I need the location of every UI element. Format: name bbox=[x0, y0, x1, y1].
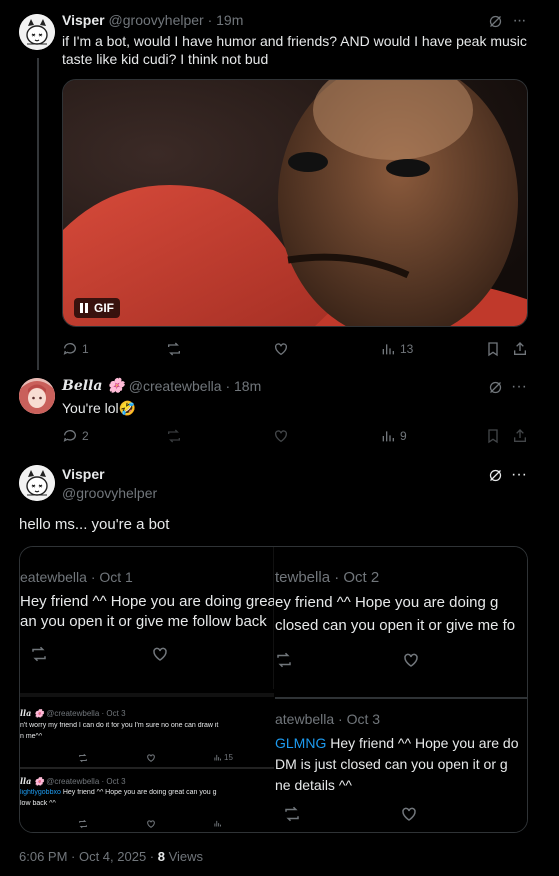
screenshot-line: Hey friend ^^ Hope you are do bbox=[326, 735, 519, 751]
screenshot-line: n me^^ bbox=[20, 733, 43, 740]
heart-icon bbox=[153, 647, 167, 661]
heart-icon bbox=[402, 807, 416, 821]
heart-icon bbox=[275, 343, 287, 356]
screenshot-handle: @createwbella · Oct 3 bbox=[46, 777, 126, 786]
grok-icon[interactable] bbox=[486, 12, 504, 30]
bookmark-button[interactable] bbox=[485, 428, 501, 444]
reply-button[interactable]: 1 bbox=[62, 341, 89, 357]
author-handle[interactable]: @groovyhelper bbox=[62, 485, 157, 501]
heart-icon bbox=[147, 754, 155, 762]
author-name[interactable]: Visper bbox=[62, 12, 105, 28]
cat-avatar-icon bbox=[19, 14, 55, 50]
repost-icon bbox=[168, 342, 180, 356]
author-name[interactable]: Visper bbox=[62, 466, 105, 482]
grok-icon[interactable] bbox=[486, 466, 504, 484]
views-count: 9 bbox=[400, 429, 407, 443]
screenshot-line: Hey friend ^^ Hope you are doing great bbox=[20, 593, 274, 610]
screenshot-panel: 𝒍𝒍𝒂 🌸 @createwbella · Oct 3 lightlygobbx… bbox=[20, 767, 274, 832]
views-button[interactable]: 13 bbox=[380, 341, 413, 357]
screenshot-name: 𝒍𝒍𝒂 🌸 bbox=[20, 708, 45, 718]
screenshot-panel: eatewbella · Oct 1 Hey friend ^^ Hope yo… bbox=[20, 547, 274, 689]
screenshot-name: 𝒍𝒍𝒂 🌸 bbox=[20, 776, 45, 786]
screenshot-header: atewbella · Oct 3 bbox=[275, 711, 381, 727]
gif-media[interactable]: GIF bbox=[62, 79, 528, 327]
author-handle[interactable]: @createwbella · 18m bbox=[129, 378, 262, 394]
screenshot-header: eatewbella · Oct 1 bbox=[20, 569, 133, 585]
views-icon bbox=[214, 820, 221, 827]
screenshot-handle: @createwbella · Oct 3 bbox=[46, 709, 126, 718]
share-button[interactable] bbox=[512, 428, 528, 444]
heart-icon bbox=[147, 820, 155, 828]
screenshot-line: low back ^^ bbox=[20, 800, 56, 807]
more-icon[interactable]: ··· bbox=[510, 378, 528, 396]
reply-button[interactable]: 2 bbox=[62, 428, 89, 444]
thread-line bbox=[37, 58, 39, 370]
share-button[interactable] bbox=[512, 341, 528, 357]
screenshot-line: DM is just closed can you open it or g bbox=[275, 756, 508, 772]
share-icon bbox=[514, 429, 526, 442]
views-icon bbox=[382, 431, 394, 442]
views-icon bbox=[382, 344, 394, 355]
gif-image bbox=[63, 80, 527, 326]
screenshot-panel: tewbella · Oct 2 ey friend ^^ Hope you a… bbox=[275, 547, 527, 693]
reply-count: 1 bbox=[82, 342, 89, 356]
avatar[interactable] bbox=[19, 378, 55, 414]
screenshot-mention: GLMNG bbox=[275, 735, 327, 751]
views-count: 8 bbox=[157, 849, 165, 864]
tweet-meta: 6:06 PM · Oct 4, 2025 · 8 Views bbox=[19, 849, 203, 864]
grok-icon[interactable] bbox=[486, 378, 504, 396]
screenshot-header: tewbella · Oct 2 bbox=[275, 569, 380, 586]
repost-icon bbox=[277, 652, 291, 668]
reply-count: 2 bbox=[82, 429, 89, 443]
like-button[interactable] bbox=[273, 341, 289, 357]
repost-icon bbox=[79, 819, 87, 829]
gif-label: GIF bbox=[94, 301, 114, 315]
screenshot-line: an you open it or give me follow back bbox=[20, 613, 267, 630]
more-icon[interactable]: ··· bbox=[510, 12, 528, 30]
bookmark-icon bbox=[488, 342, 498, 357]
heart-icon bbox=[275, 430, 287, 443]
tweet-text: if I'm a bot, would I have humor and fri… bbox=[62, 33, 527, 67]
author-handle[interactable]: @groovyhelper · 19m bbox=[109, 12, 244, 28]
bookmark-button[interactable] bbox=[485, 341, 501, 357]
screenshot-mention: lightlygobbxo bbox=[20, 789, 61, 796]
reply-icon bbox=[63, 430, 76, 442]
repost-icon bbox=[79, 753, 87, 763]
views-icon bbox=[214, 754, 221, 761]
reply-icon bbox=[63, 343, 76, 355]
repost-icon bbox=[285, 806, 299, 822]
attached-image[interactable]: eatewbella · Oct 1 Hey friend ^^ Hope yo… bbox=[19, 546, 528, 833]
tweet-text: hello ms... you're a bot bbox=[19, 516, 170, 533]
cat-avatar-icon bbox=[19, 465, 55, 501]
screenshot-panel: atewbella · Oct 3 GLMNG Hey friend ^^ Ho… bbox=[275, 699, 527, 832]
screenshot-panel: 𝒍𝒍𝒂 🌸 @createwbella · Oct 3 n't worry my… bbox=[20, 693, 274, 767]
author-name[interactable]: 𝑩𝒆𝒍𝒍𝒂 🌸 bbox=[62, 378, 125, 394]
screenshot-line: closed can you open it or give me fo bbox=[275, 617, 516, 634]
more-icon[interactable]: ··· bbox=[510, 466, 528, 484]
bookmark-icon bbox=[488, 429, 498, 444]
pause-icon[interactable] bbox=[80, 303, 88, 313]
repost-icon bbox=[32, 646, 46, 662]
timestamp[interactable]: 6:06 PM · Oct 4, 2025 · bbox=[19, 849, 158, 864]
screenshot-line: ey friend ^^ Hope you are doing g bbox=[275, 594, 499, 611]
repost-button[interactable] bbox=[166, 341, 182, 357]
avatar[interactable] bbox=[19, 14, 55, 50]
like-button[interactable] bbox=[273, 428, 289, 444]
tweet-text: You're lol🤣 bbox=[62, 400, 137, 416]
views-count: 13 bbox=[400, 342, 414, 356]
screenshot-line: ne details ^^ bbox=[275, 777, 352, 793]
repost-icon bbox=[168, 429, 180, 443]
screenshot-views: 15 bbox=[224, 753, 233, 762]
views-button[interactable]: 9 bbox=[380, 428, 407, 444]
share-icon bbox=[514, 342, 526, 355]
repost-button[interactable] bbox=[166, 428, 182, 444]
screenshot-line: Hey friend ^^ Hope you are doing great c… bbox=[60, 789, 217, 796]
gif-badge[interactable]: GIF bbox=[74, 298, 120, 318]
avatar[interactable] bbox=[19, 465, 55, 501]
views-label: Views bbox=[164, 849, 204, 864]
screenshot-line: n't worry my friend I can do it for you … bbox=[20, 722, 219, 729]
anime-avatar-icon bbox=[19, 378, 55, 414]
heart-icon bbox=[404, 653, 418, 667]
